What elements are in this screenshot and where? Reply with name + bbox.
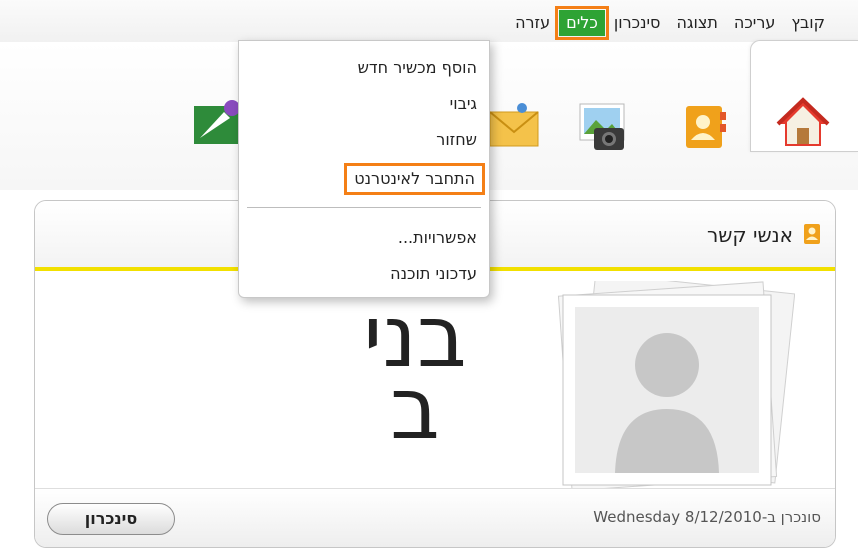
menu-bar: קובץ עריכה תצוגה סינכרון כלים עזרה	[0, 0, 858, 43]
menu-sync[interactable]: סינכרון	[607, 10, 668, 36]
menu-item-software-updates[interactable]: עדכוני תוכנה	[390, 263, 477, 285]
menu-item-connect-internet[interactable]: התחבר לאינטרנט	[344, 163, 485, 195]
menu-item-options[interactable]: אפשרויות...	[398, 227, 477, 249]
menu-view[interactable]: תצוגה	[669, 10, 724, 36]
contact-name: בני ב	[315, 294, 515, 459]
photos-icon[interactable]	[574, 98, 632, 154]
menu-edit[interactable]: עריכה	[727, 10, 783, 36]
messages-icon[interactable]	[486, 100, 544, 156]
home-icon[interactable]	[774, 96, 832, 152]
menu-tools[interactable]: כלים	[555, 6, 609, 40]
contacts-icon[interactable]	[676, 100, 734, 156]
menu-help[interactable]: עזרה	[508, 10, 557, 36]
sync-button[interactable]: סינכרון	[47, 503, 175, 535]
contacts-panel-footer: סינכרון סונכרן ב-Wednesday 8/12/2010	[35, 488, 835, 547]
menu-file[interactable]: קובץ	[784, 10, 832, 36]
contacts-panel-title: אנשי קשר	[706, 223, 793, 247]
contact-name-line2: ב	[390, 359, 440, 459]
contact-photo-placeholder	[557, 281, 795, 491]
contacts-small-icon	[804, 224, 820, 244]
sync-status-text: סונכרן ב-Wednesday 8/12/2010	[593, 508, 821, 526]
menu-item-restore[interactable]: שחזור	[436, 129, 477, 151]
menu-item-backup[interactable]: גיבוי	[450, 93, 477, 115]
menu-item-add-device[interactable]: הוסף מכשיר חדש	[358, 57, 477, 79]
menu-separator	[247, 207, 481, 208]
tools-dropdown-menu: הוסף מכשיר חדש גיבוי שחזור התחבר לאינטרנ…	[238, 40, 490, 298]
